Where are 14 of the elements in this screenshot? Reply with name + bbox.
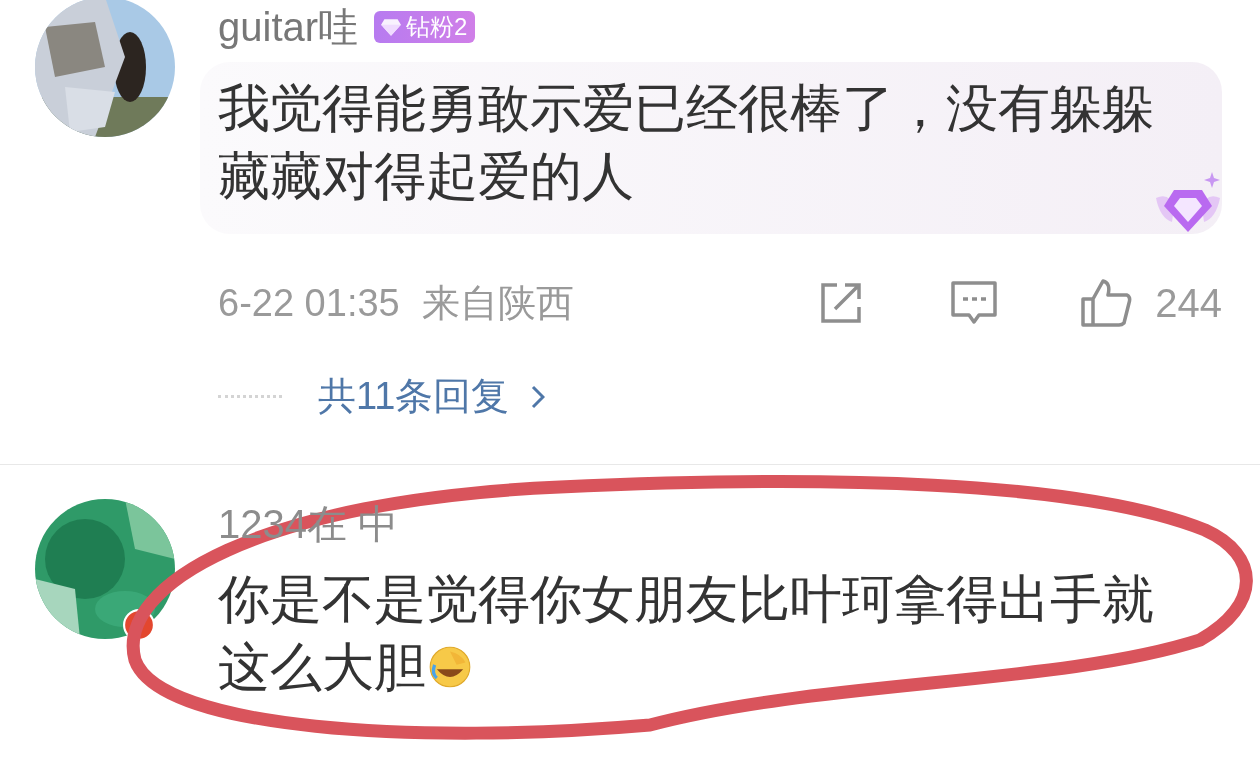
thumbs-up-icon	[1079, 277, 1134, 329]
comment-icon[interactable]	[949, 279, 1000, 327]
fan-badge: 钻粉2	[374, 11, 476, 43]
comment-text: 我觉得能勇敢示爱已经很棒了，没有躲躲藏藏对得起爱的人	[218, 77, 1155, 208]
replies-link[interactable]: 共11条回复	[318, 368, 546, 425]
laughing-emoji-icon	[428, 645, 472, 689]
comment-text: 你是不是觉得你女朋友比叶珂拿得出手就这么大胆	[218, 568, 1155, 699]
like-button[interactable]: 244	[1079, 273, 1222, 333]
chevron-right-icon	[531, 384, 546, 409]
username[interactable]: guitar哇	[218, 2, 359, 52]
comment-location: 来自陕西	[421, 280, 574, 326]
diamond-icon	[380, 16, 403, 38]
comment-time: 6-22 01:35	[218, 280, 400, 326]
like-count: 244	[1155, 280, 1222, 327]
